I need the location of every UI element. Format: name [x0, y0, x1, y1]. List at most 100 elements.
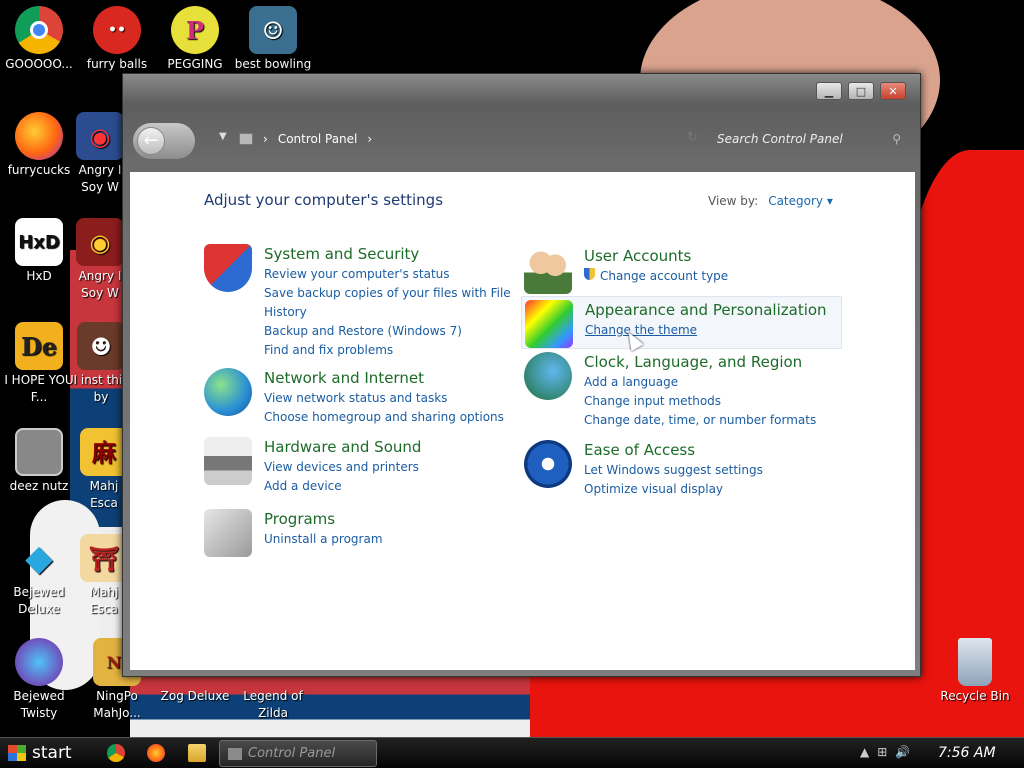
clock-globe-icon: [524, 352, 572, 400]
file-explorer-icon[interactable]: [188, 744, 206, 762]
view-by-label: View by:: [708, 194, 759, 208]
category-title[interactable]: Ease of Access: [584, 440, 763, 461]
back-arrow-icon: ←: [137, 127, 165, 155]
category-user-accounts: User Accounts Change account type: [524, 246, 728, 294]
bowling-icon: ☺: [249, 6, 297, 54]
category-appearance: Appearance and Personalization Change th…: [521, 296, 842, 349]
ease-of-access-icon: [524, 440, 572, 488]
bejeweled-twist-icon: [15, 638, 63, 686]
category-network-internet: Network and Internet View network status…: [204, 368, 504, 427]
angry-birds-icon: ◉: [76, 112, 124, 160]
breadcrumb-separator-icon[interactable]: ›: [367, 132, 372, 146]
category-link[interactable]: Choose homegroup and sharing options: [264, 408, 504, 427]
category-link[interactable]: Add a device: [264, 477, 421, 496]
view-by-dropdown[interactable]: Category ▾: [768, 194, 833, 208]
category-title[interactable]: System and Security: [264, 244, 511, 265]
folder-stack-icon: [15, 428, 63, 476]
category-hardware-sound: Hardware and Sound View devices and prin…: [204, 437, 421, 496]
desktop-icon[interactable]: •• furry balls: [78, 6, 156, 73]
address-bar[interactable]: › Control Panel ›: [239, 128, 372, 150]
close-button[interactable]: ✕: [880, 82, 906, 100]
category-link[interactable]: Change the theme: [585, 321, 827, 340]
bejeweled-icon: ◆: [25, 536, 53, 579]
desktop-icon[interactable]: ◆ Bejewed Deluxe: [0, 534, 78, 618]
printer-icon: [204, 437, 252, 485]
desktop-icon[interactable]: ☺ best bowling: [234, 6, 312, 73]
chrome-icon[interactable]: [107, 744, 125, 762]
category-title[interactable]: Programs: [264, 509, 383, 530]
category-link[interactable]: View devices and printers: [264, 458, 421, 477]
appearance-icon: [525, 300, 573, 348]
recycle-bin-icon: [958, 638, 992, 686]
hxd-icon: HxD: [15, 218, 63, 266]
desktop-icon[interactable]: deez nutz: [0, 428, 78, 495]
desktop-icon[interactable]: ◉ Angry I Soy W: [72, 218, 128, 302]
desktop-icon[interactable]: ◉ Angry I Soy W: [72, 112, 128, 196]
breadcrumb-item[interactable]: Control Panel: [278, 132, 358, 146]
window-controls: ▁ □ ✕: [816, 82, 906, 100]
desktop-icon[interactable]: GOOOOO...: [0, 6, 78, 73]
clock[interactable]: 7:56 AM: [938, 745, 996, 761]
minimize-button[interactable]: ▁: [816, 82, 842, 100]
history-dropdown-icon[interactable]: ▼: [219, 131, 227, 142]
app-icon: ☻: [77, 322, 125, 370]
category-link[interactable]: Add a language: [584, 373, 816, 392]
desktop-icon[interactable]: Recycle Bin: [936, 638, 1014, 705]
category-title[interactable]: Appearance and Personalization: [585, 300, 827, 321]
control-panel-window: ▁ □ ✕ ← ▼ › Control Panel › ↻ Search Con…: [122, 73, 921, 677]
category-link[interactable]: Change input methods: [584, 392, 816, 411]
desktop-icon[interactable]: P PEGGING: [156, 6, 234, 73]
maximize-button[interactable]: □: [848, 82, 874, 100]
search-input[interactable]: Search Control Panel ⚲: [709, 127, 909, 151]
category-link[interactable]: Uninstall a program: [264, 530, 383, 549]
desktop-icon[interactable]: furrycucks: [0, 112, 78, 179]
control-panel-icon: [228, 747, 242, 760]
mahjong-icon: 麻: [80, 428, 128, 476]
category-link[interactable]: Optimize visual display: [584, 480, 763, 499]
desktop-icon[interactable]: Bejewed Twisty: [0, 638, 78, 722]
category-title[interactable]: Clock, Language, and Region: [584, 352, 816, 373]
category-title[interactable]: Hardware and Sound: [264, 437, 421, 458]
category-link[interactable]: Review your computer's status: [264, 265, 511, 284]
users-icon: [524, 246, 572, 294]
breadcrumb-separator-icon: ›: [263, 132, 268, 146]
shield-icon: [204, 244, 252, 292]
desktop-icon[interactable]: HxD HxD: [0, 218, 78, 285]
category-link[interactable]: History: [264, 303, 511, 322]
network-globe-icon: [204, 368, 252, 416]
view-by: View by: Category ▾: [708, 194, 833, 208]
refresh-icon[interactable]: ↻: [687, 130, 698, 145]
firefox-icon[interactable]: [147, 744, 165, 762]
programs-disc-icon: [204, 509, 252, 557]
taskbar: start Control Panel ▲ ⊞ 🔊 7:56 AM: [0, 737, 1024, 768]
pegging-icon: P: [171, 6, 219, 54]
category-link[interactable]: Find and fix problems: [264, 341, 511, 360]
windows-logo-icon: [8, 745, 26, 761]
category-link[interactable]: Let Windows suggest settings: [584, 461, 763, 480]
category-programs: Programs Uninstall a program: [204, 509, 383, 557]
network-icon[interactable]: ⊞: [877, 745, 887, 759]
category-link[interactable]: Change date, time, or number formats: [584, 411, 816, 430]
category-link[interactable]: Change account type: [584, 267, 728, 286]
search-placeholder: Search Control Panel: [717, 132, 843, 146]
uac-shield-icon: [584, 268, 595, 280]
search-icon: ⚲: [892, 132, 901, 146]
angry-birds-icon: ◉: [76, 218, 124, 266]
back-button[interactable]: ←: [133, 123, 195, 159]
category-system-security: System and Security Review your computer…: [204, 244, 511, 360]
category-link[interactable]: Save backup copies of your files with Fi…: [264, 284, 511, 303]
category-title[interactable]: User Accounts: [584, 246, 728, 267]
start-button[interactable]: start: [2, 740, 86, 766]
category-link[interactable]: Backup and Restore (Windows 7): [264, 322, 511, 341]
taskbar-control-panel[interactable]: Control Panel: [219, 740, 377, 767]
system-tray: ▲ ⊞ 🔊: [860, 745, 910, 759]
tray-expand-icon[interactable]: ▲: [860, 745, 869, 759]
volume-icon[interactable]: 🔊: [895, 745, 910, 759]
category-title[interactable]: Network and Internet: [264, 368, 504, 389]
content-area: Adjust your computer's settings View by:…: [130, 172, 915, 670]
desktop-icon[interactable]: De I HOPE YOU F...: [0, 322, 78, 406]
chrome-icon: [15, 6, 63, 54]
category-ease-of-access: Ease of Access Let Windows suggest setti…: [524, 440, 763, 499]
category-link[interactable]: View network status and tasks: [264, 389, 504, 408]
page-title: Adjust your computer's settings: [204, 191, 444, 209]
